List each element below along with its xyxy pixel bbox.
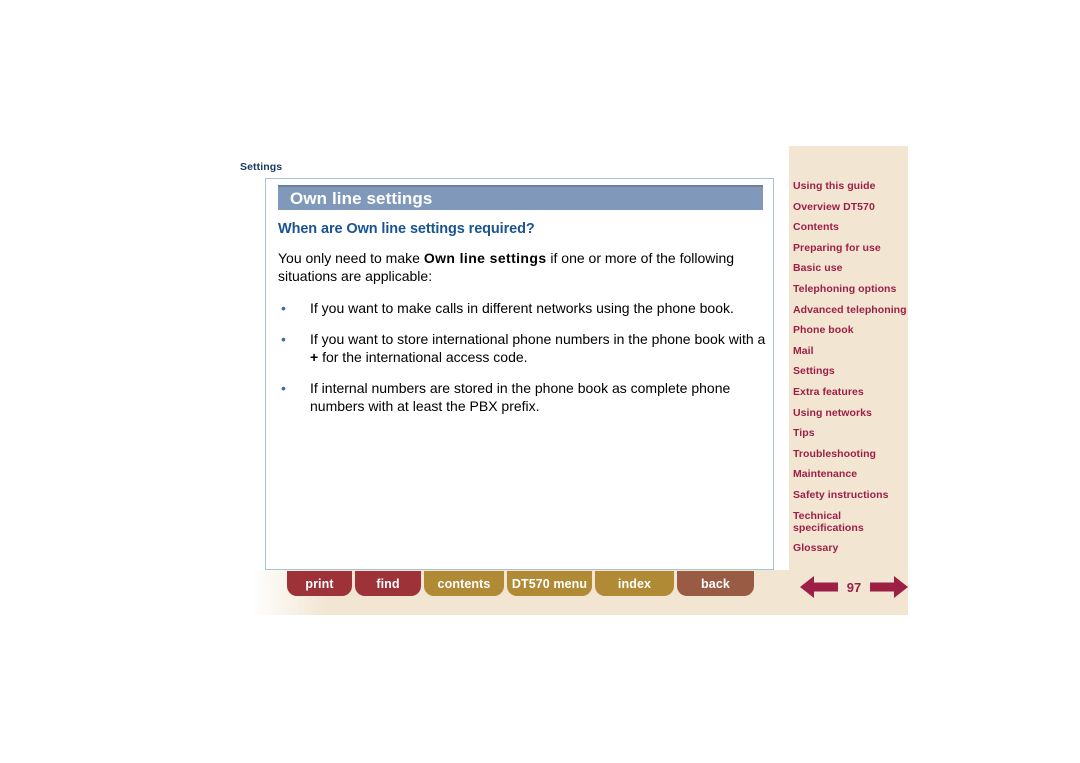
back-button[interactable]: back	[677, 571, 754, 596]
sidebar-item-maintenance[interactable]: Maintenance	[793, 468, 908, 480]
sidebar-item-using-this-guide[interactable]: Using this guide	[793, 180, 908, 192]
breadcrumb: Settings	[240, 161, 283, 173]
sidebar-item-tips[interactable]: Tips	[793, 427, 908, 439]
sidebar-item-settings[interactable]: Settings	[793, 365, 908, 377]
index-button[interactable]: index	[595, 571, 674, 596]
intro-text-before: You only need to make	[278, 250, 424, 266]
sidebar-item-contents[interactable]: Contents	[793, 221, 908, 233]
page-body: When are Own line settings required? You…	[278, 221, 767, 428]
list-item-emphasis: +	[310, 349, 319, 365]
next-page-arrow-icon[interactable]	[870, 575, 908, 599]
previous-page-arrow-icon[interactable]	[800, 575, 838, 599]
sidebar-item-overview-dt570[interactable]: Overview DT570	[793, 201, 908, 213]
sidebar-item-phone-book[interactable]: Phone book	[793, 324, 908, 336]
find-button[interactable]: find	[355, 571, 421, 596]
list-item: • If you want to make calls in different…	[278, 299, 767, 317]
sidebar-item-advanced-telephoning[interactable]: Advanced telephoning	[793, 304, 908, 316]
page-title: Own line settings	[290, 188, 433, 208]
intro-paragraph: You only need to make Own line settings …	[278, 249, 767, 285]
bullet-marker-icon: •	[281, 331, 286, 347]
list-item-text: If you want to store international phone…	[310, 330, 767, 366]
intro-emphasis: Own line settings	[423, 250, 547, 266]
page-number: 97	[846, 579, 862, 595]
page-title-bar: Own line settings	[278, 185, 763, 210]
sidebar-item-telephoning-options[interactable]: Telephoning options	[793, 283, 908, 295]
manual-page: Using this guide Overview DT570 Contents…	[0, 0, 1080, 763]
sidebar-item-safety-instructions[interactable]: Safety instructions	[793, 489, 908, 501]
sidebar-panel: Using this guide Overview DT570 Contents…	[789, 146, 908, 615]
contents-button[interactable]: contents	[424, 571, 504, 596]
list-item: • If internal numbers are stored in the …	[278, 379, 767, 415]
bottom-nav-bar: print find contents DT570 menu index bac…	[287, 571, 754, 596]
sidebar-item-extra-features[interactable]: Extra features	[793, 386, 908, 398]
sidebar-item-using-networks[interactable]: Using networks	[793, 407, 908, 419]
list-item-text-after: for the international access code.	[318, 349, 528, 365]
sidebar-item-glossary[interactable]: Glossary	[793, 542, 908, 554]
list-item-text: If you want to make calls in different n…	[310, 300, 734, 316]
sidebar-item-troubleshooting[interactable]: Troubleshooting	[793, 448, 908, 460]
print-button[interactable]: print	[287, 571, 352, 596]
sidebar-item-mail[interactable]: Mail	[793, 345, 908, 357]
bullet-marker-icon: •	[281, 300, 286, 316]
bullet-list: • If you want to make calls in different…	[278, 299, 767, 415]
pager: 97	[800, 573, 908, 601]
sidebar-item-basic-use[interactable]: Basic use	[793, 262, 908, 274]
sidebar-item-preparing-for-use[interactable]: Preparing for use	[793, 242, 908, 254]
sidebar-nav-list: Using this guide Overview DT570 Contents…	[793, 180, 908, 563]
list-item: • If you want to store international pho…	[278, 330, 767, 366]
bullet-marker-icon: •	[281, 380, 286, 396]
sidebar-item-technical-specifications[interactable]: Technical specifications	[793, 510, 908, 534]
content-card: Own line settings When are Own line sett…	[265, 178, 774, 570]
section-subheading: When are Own line settings required?	[278, 221, 535, 237]
dt570-menu-button[interactable]: DT570 menu	[507, 571, 592, 596]
list-item-text-before: If you want to store international phone…	[310, 331, 766, 347]
list-item-text: If internal numbers are stored in the ph…	[310, 380, 731, 414]
